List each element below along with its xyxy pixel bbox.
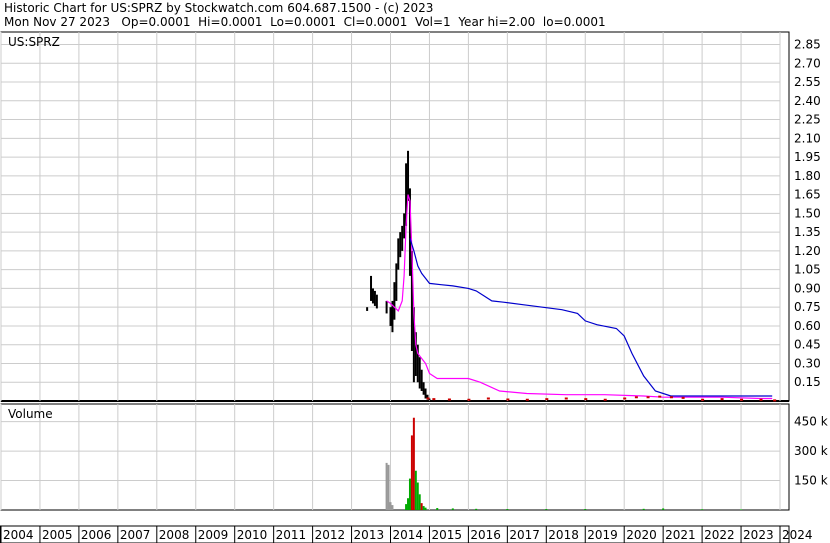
- volume-panel-frame: [0, 403, 790, 511]
- price-tick-label: 1.80: [794, 169, 821, 183]
- price-tick-mark: [773, 399, 777, 402]
- price-tick-label: 0.90: [794, 281, 821, 295]
- volume-bar: [387, 464, 390, 510]
- price-tick-mark: [669, 396, 673, 399]
- price-tick-mark: [759, 398, 763, 401]
- price-tick-label: 1.65: [794, 188, 821, 202]
- x-axis-year-label: 2019: [587, 528, 618, 542]
- volume-bar: [475, 508, 478, 510]
- volume-bar: [584, 509, 587, 510]
- price-tick-label: 1.20: [794, 244, 821, 258]
- price-tick-label: 0.60: [794, 319, 821, 333]
- volume-bar: [407, 498, 410, 510]
- x-axis-year-label: 2013: [354, 528, 385, 542]
- x-axis-year-label: 2012: [315, 528, 346, 542]
- volume-tick-label: 450 k: [794, 415, 828, 429]
- volume-bar: [389, 502, 392, 510]
- volume-bar: [391, 505, 394, 510]
- price-tick-mark: [740, 398, 744, 401]
- x-axis-year-label: 2022: [704, 528, 735, 542]
- price-tick-label: 2.85: [794, 38, 821, 52]
- volume-bar: [405, 504, 408, 510]
- volume-bar: [416, 482, 419, 510]
- volume-bar: [412, 417, 415, 510]
- price-tick-label: 2.55: [794, 75, 821, 89]
- price-panel-title: US:SPRZ: [8, 35, 60, 49]
- price-tick-label: 0.15: [794, 375, 821, 389]
- price-tick-mark: [432, 398, 436, 401]
- price-tick-mark: [623, 397, 627, 400]
- price-tick-label: 1.35: [794, 225, 821, 239]
- volume-bar: [420, 503, 423, 510]
- x-axis-year-label: 2005: [42, 528, 73, 542]
- x-axis-year-label: 2008: [159, 528, 190, 542]
- price-tick-mark: [525, 398, 529, 401]
- price-tick-mark: [545, 398, 549, 401]
- price-tick-mark: [634, 396, 638, 399]
- price-tick-label: 1.50: [794, 206, 821, 220]
- volume-bar: [422, 506, 425, 510]
- volume-bar: [424, 507, 427, 510]
- price-tick-label: 1.05: [794, 263, 821, 277]
- volume-bar: [506, 509, 509, 510]
- price-tick-label: 2.10: [794, 131, 821, 145]
- moving-average-long-line: [409, 238, 773, 397]
- volume-bar: [436, 508, 439, 510]
- x-axis-year-label: 2015: [431, 528, 462, 542]
- price-panel-frame: [0, 31, 790, 402]
- stock-chart: 2.85 2.70 2.55 2.40 2.25 2.10 1.95 1.80 1.65 1.50…: [0, 31, 828, 543]
- price-tick-mark: [467, 398, 471, 401]
- moving-average-short-line: [386, 194, 773, 400]
- price-tick-mark: [564, 397, 568, 400]
- price-tick-label: 2.25: [794, 113, 821, 127]
- price-tick-mark: [646, 396, 650, 399]
- x-axis-year-label: 2020: [626, 528, 657, 542]
- price-tick-mark: [447, 398, 451, 401]
- x-axis-year-label: 2009: [198, 528, 229, 542]
- volume-bar: [408, 478, 411, 510]
- price-tick-label: 0.75: [794, 300, 821, 314]
- price-tick-mark: [681, 396, 685, 399]
- volume-bar: [662, 508, 665, 510]
- price-tick-label: 2.70: [794, 56, 821, 70]
- x-axis-year-label: 2014: [393, 528, 424, 542]
- price-tick-label: 0.45: [794, 338, 821, 352]
- x-axis-year-label: 2018: [548, 528, 579, 542]
- price-tick-mark: [426, 397, 430, 400]
- price-tick-label: 2.40: [794, 94, 821, 108]
- price-tick-mark: [603, 398, 607, 401]
- x-axis-year-label: 2024: [782, 528, 813, 542]
- x-axis-year-label: 2004: [3, 528, 34, 542]
- x-axis-year-label: 2023: [743, 528, 774, 542]
- price-tick-label: 1.95: [794, 150, 821, 164]
- volume-bar: [740, 509, 743, 510]
- volume-panel-title: Volume: [8, 407, 53, 421]
- x-axis-year-label: 2017: [509, 528, 540, 542]
- x-axis-year-label: 2021: [665, 528, 696, 542]
- price-tick-label: 0.30: [794, 356, 821, 370]
- price-tick-mark: [584, 398, 588, 401]
- price-tick-mark: [658, 395, 662, 398]
- price-tick-mark: [701, 398, 705, 401]
- volume-bar: [642, 508, 645, 510]
- x-axis-year-label: 2010: [237, 528, 268, 542]
- price-tick-mark: [486, 397, 490, 400]
- x-axis-year-label: 2007: [120, 528, 151, 542]
- x-axis-year-label: 2016: [470, 528, 501, 542]
- volume-bar: [451, 508, 454, 510]
- volume-bar: [545, 509, 548, 510]
- price-tick-mark: [720, 398, 724, 401]
- volume-tick-label: 150 k: [794, 474, 828, 488]
- volume-bar: [414, 470, 417, 510]
- volume-bar: [410, 435, 413, 510]
- volume-tick-label: 300 k: [794, 444, 828, 458]
- x-axis-year-label: 2006: [81, 528, 112, 542]
- x-axis-year-label: 2011: [276, 528, 307, 542]
- price-tick-mark: [506, 398, 510, 401]
- volume-bar: [418, 494, 421, 510]
- volume-bar: [385, 462, 388, 510]
- volume-bar: [701, 509, 704, 510]
